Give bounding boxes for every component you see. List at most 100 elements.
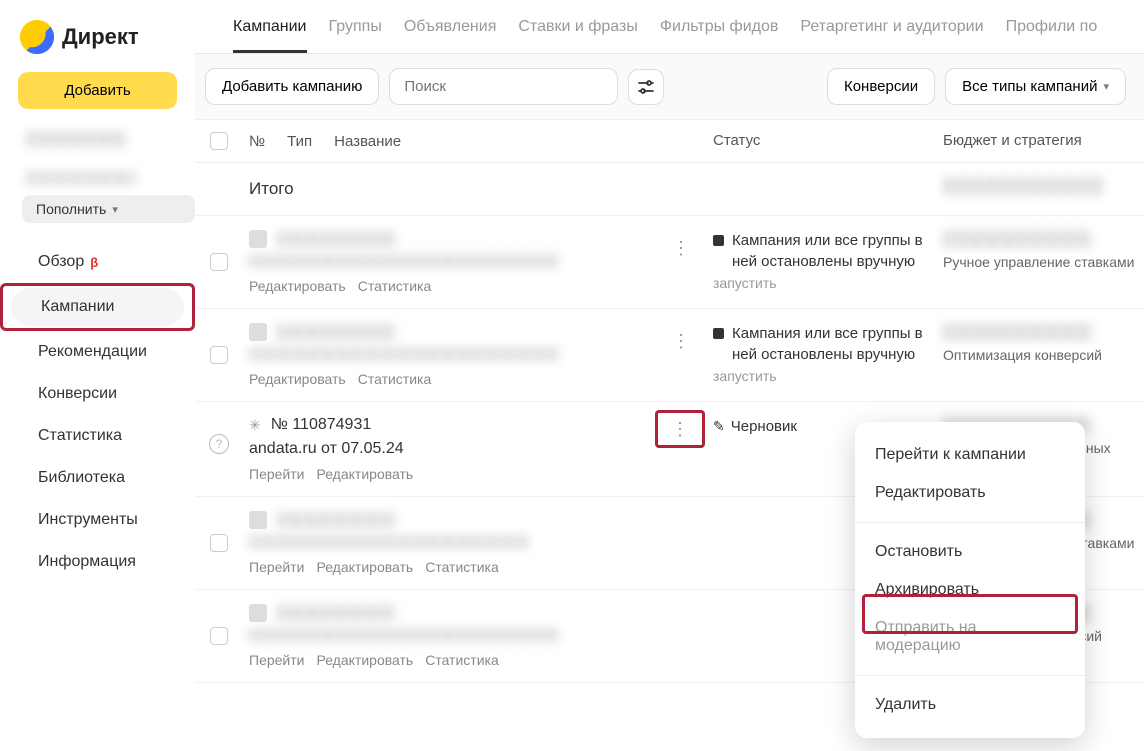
status-text: Кампания или все группы в ней остановлен… xyxy=(732,230,933,272)
run-link[interactable]: запустить xyxy=(713,367,933,387)
nav-recommendations[interactable]: Рекомендации xyxy=(8,333,187,371)
campaign-type-icon xyxy=(249,604,267,622)
pencil-icon: ✎ xyxy=(713,417,725,437)
nav-campaigns[interactable]: Кампании xyxy=(11,288,184,326)
balance-blur xyxy=(26,171,136,185)
link-edit[interactable]: Редактировать xyxy=(249,278,346,294)
sliders-icon xyxy=(637,78,655,96)
total-label: Итого xyxy=(243,177,703,201)
hdr-num[interactable]: № xyxy=(249,133,265,150)
campaign-type-icon xyxy=(249,230,267,248)
logo-text: Директ xyxy=(62,24,139,50)
table-row: Редактировать Статистика ⋮ Кампания или … xyxy=(195,309,1144,402)
add-button[interactable]: Добавить xyxy=(18,72,177,109)
add-campaign-button[interactable]: Добавить кампанию xyxy=(205,68,379,105)
status-text: Кампания или все группы в ней остановлен… xyxy=(732,323,933,365)
search-input[interactable] xyxy=(389,68,618,105)
link-stats[interactable]: Статистика xyxy=(425,652,499,668)
topup-button[interactable]: Пополнить ▾ xyxy=(22,195,195,223)
menu-delete[interactable]: Удалить xyxy=(855,686,1085,724)
nav-library[interactable]: Библиотека xyxy=(8,459,187,497)
link-edit[interactable]: Редактировать xyxy=(316,559,413,575)
status-draft: Черновик xyxy=(731,416,797,437)
run-link[interactable]: запустить xyxy=(713,274,933,294)
chevron-down-icon: ▾ xyxy=(1103,80,1109,93)
campaign-sub-blur xyxy=(249,254,559,268)
link-go[interactable]: Перейти xyxy=(249,466,304,482)
campaign-sub-blur xyxy=(249,628,559,642)
table-header: № Тип Название Статус Бюджет и стратегия xyxy=(195,120,1144,163)
hdr-name[interactable]: Название xyxy=(334,133,401,150)
link-edit[interactable]: Редактировать xyxy=(316,652,413,668)
menu-edit[interactable]: Редактировать xyxy=(855,474,1085,512)
link-go[interactable]: Перейти xyxy=(249,652,304,668)
nav-campaigns-highlight: Кампании xyxy=(0,283,195,331)
menu-stop[interactable]: Остановить xyxy=(855,533,1085,571)
tab-profiles[interactable]: Профили по xyxy=(1006,18,1098,53)
strategy-text: Оптимизация конверсий xyxy=(943,347,1144,363)
menu-archive[interactable]: Архивировать xyxy=(855,571,1085,609)
link-edit[interactable]: Редактировать xyxy=(249,371,346,387)
link-stats[interactable]: Статистика xyxy=(358,278,432,294)
campaign-name-blur xyxy=(277,324,397,340)
nav-conversions[interactable]: Конверсии xyxy=(8,375,187,413)
tab-ads[interactable]: Объявления xyxy=(404,18,497,53)
status-stopped-icon xyxy=(713,235,724,246)
row-checkbox[interactable] xyxy=(210,346,228,364)
topup-label: Пополнить xyxy=(36,201,106,217)
nav-info[interactable]: Информация xyxy=(8,543,187,581)
sidebar: Директ Добавить Пополнить ▾ Обзор β Камп… xyxy=(0,0,195,751)
logo[interactable]: Директ xyxy=(0,12,195,68)
hdr-budget[interactable]: Бюджет и стратегия xyxy=(933,132,1144,150)
logo-icon xyxy=(20,20,54,54)
strategy-text: Ручное управление ставками xyxy=(943,254,1144,270)
row-checkbox[interactable] xyxy=(210,253,228,271)
tab-feed-filters[interactable]: Фильтры фидов xyxy=(660,18,779,53)
top-tabs: Кампании Группы Объявления Ставки и фраз… xyxy=(195,0,1144,54)
row-more-button-highlighted[interactable]: ⋮ xyxy=(655,410,705,448)
chevron-down-icon: ▾ xyxy=(112,203,118,216)
link-go[interactable]: Перейти xyxy=(249,559,304,575)
nav-overview[interactable]: Обзор β xyxy=(8,243,187,281)
menu-goto-campaign[interactable]: Перейти к кампании xyxy=(855,436,1085,474)
nav-statistics[interactable]: Статистика xyxy=(8,417,187,455)
campaign-name-blur xyxy=(277,231,397,247)
campaign-subtitle: andata.ru от 07.05.24 xyxy=(249,440,703,458)
campaign-type-dropdown[interactable]: Все типы кампаний▾ xyxy=(945,68,1126,105)
tab-campaigns[interactable]: Кампании xyxy=(233,18,307,53)
side-nav: Обзор β Кампании Рекомендации Конверсии … xyxy=(0,241,195,583)
account-blur xyxy=(26,131,126,147)
campaign-sub-blur xyxy=(249,535,529,549)
menu-send-moderate[interactable]: Отправить на модерацию xyxy=(855,609,1085,665)
tab-retargeting[interactable]: Ретаргетинг и аудитории xyxy=(800,18,983,53)
campaign-type-icon xyxy=(249,323,267,341)
filter-button[interactable] xyxy=(628,69,664,105)
row-actions-menu: Перейти к кампании Редактировать Останов… xyxy=(855,422,1085,738)
row-more-button[interactable]: ⋮ xyxy=(667,327,695,355)
row-checkbox[interactable] xyxy=(210,534,228,552)
link-edit[interactable]: Редактировать xyxy=(316,466,413,482)
help-icon[interactable]: ? xyxy=(209,434,229,454)
row-total: Итого xyxy=(195,163,1144,216)
total-budget-blur xyxy=(943,177,1103,195)
budget-blur xyxy=(943,323,1093,341)
campaign-name-blur xyxy=(277,605,397,621)
tab-bids[interactable]: Ставки и фразы xyxy=(518,18,637,53)
row-more-button[interactable]: ⋮ xyxy=(667,234,695,262)
tab-groups[interactable]: Группы xyxy=(329,18,382,53)
conversions-button[interactable]: Конверсии xyxy=(827,68,935,105)
toolbar: Добавить кампанию Конверсии Все типы кам… xyxy=(195,54,1144,120)
campaign-type-icon xyxy=(249,511,267,529)
select-all-checkbox[interactable] xyxy=(210,132,228,150)
main: Кампании Группы Объявления Ставки и фраз… xyxy=(195,0,1144,751)
hdr-type[interactable]: Тип xyxy=(287,133,312,150)
campaign-name-blur xyxy=(277,512,397,528)
budget-blur xyxy=(943,230,1093,248)
nav-tools[interactable]: Инструменты xyxy=(8,501,187,539)
link-stats[interactable]: Статистика xyxy=(425,559,499,575)
table-row: Редактировать Статистика ⋮ Кампания или … xyxy=(195,216,1144,309)
row-checkbox[interactable] xyxy=(210,627,228,645)
hdr-status[interactable]: Статус xyxy=(703,132,933,150)
link-stats[interactable]: Статистика xyxy=(358,371,432,387)
beta-badge: β xyxy=(90,255,98,270)
